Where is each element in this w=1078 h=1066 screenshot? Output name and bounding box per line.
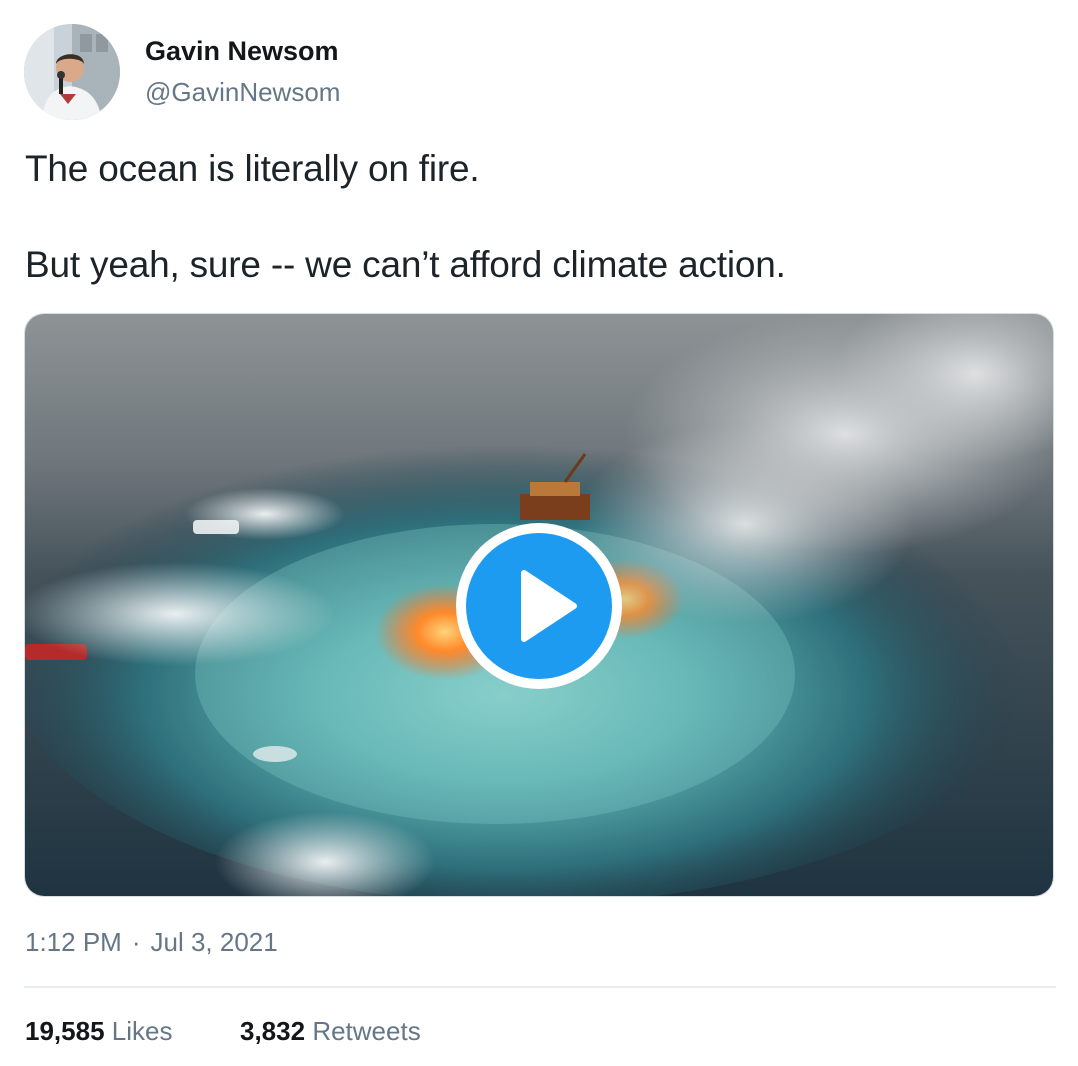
timestamp-separator: · xyxy=(131,927,141,957)
profile-photo-icon xyxy=(24,24,120,120)
retweets-stat[interactable]: 3,832 Retweets xyxy=(240,1016,421,1047)
tweet-timestamp[interactable]: 1:12 PM · Jul 3, 2021 xyxy=(25,927,278,958)
likes-stat[interactable]: 19,585 Likes xyxy=(25,1016,172,1047)
tweet-date: Jul 3, 2021 xyxy=(150,927,278,957)
play-button[interactable] xyxy=(456,523,622,689)
tweet-text-line-1: The ocean is literally on fire. xyxy=(25,148,480,189)
tweet-time: 1:12 PM xyxy=(25,927,122,957)
play-icon xyxy=(521,570,577,642)
retweets-label: Retweets xyxy=(312,1016,421,1046)
likes-count: 19,585 xyxy=(25,1016,105,1046)
author-handle[interactable]: @GavinNewsom xyxy=(145,77,340,108)
likes-label: Likes xyxy=(111,1016,173,1046)
avatar[interactable] xyxy=(24,24,120,120)
author-display-name[interactable]: Gavin Newsom xyxy=(145,36,339,67)
tweet-text-line-2: But yeah, sure -- we can’t afford climat… xyxy=(25,244,786,285)
play-button-circle xyxy=(466,533,612,679)
divider xyxy=(24,986,1056,988)
retweets-count: 3,832 xyxy=(240,1016,306,1046)
